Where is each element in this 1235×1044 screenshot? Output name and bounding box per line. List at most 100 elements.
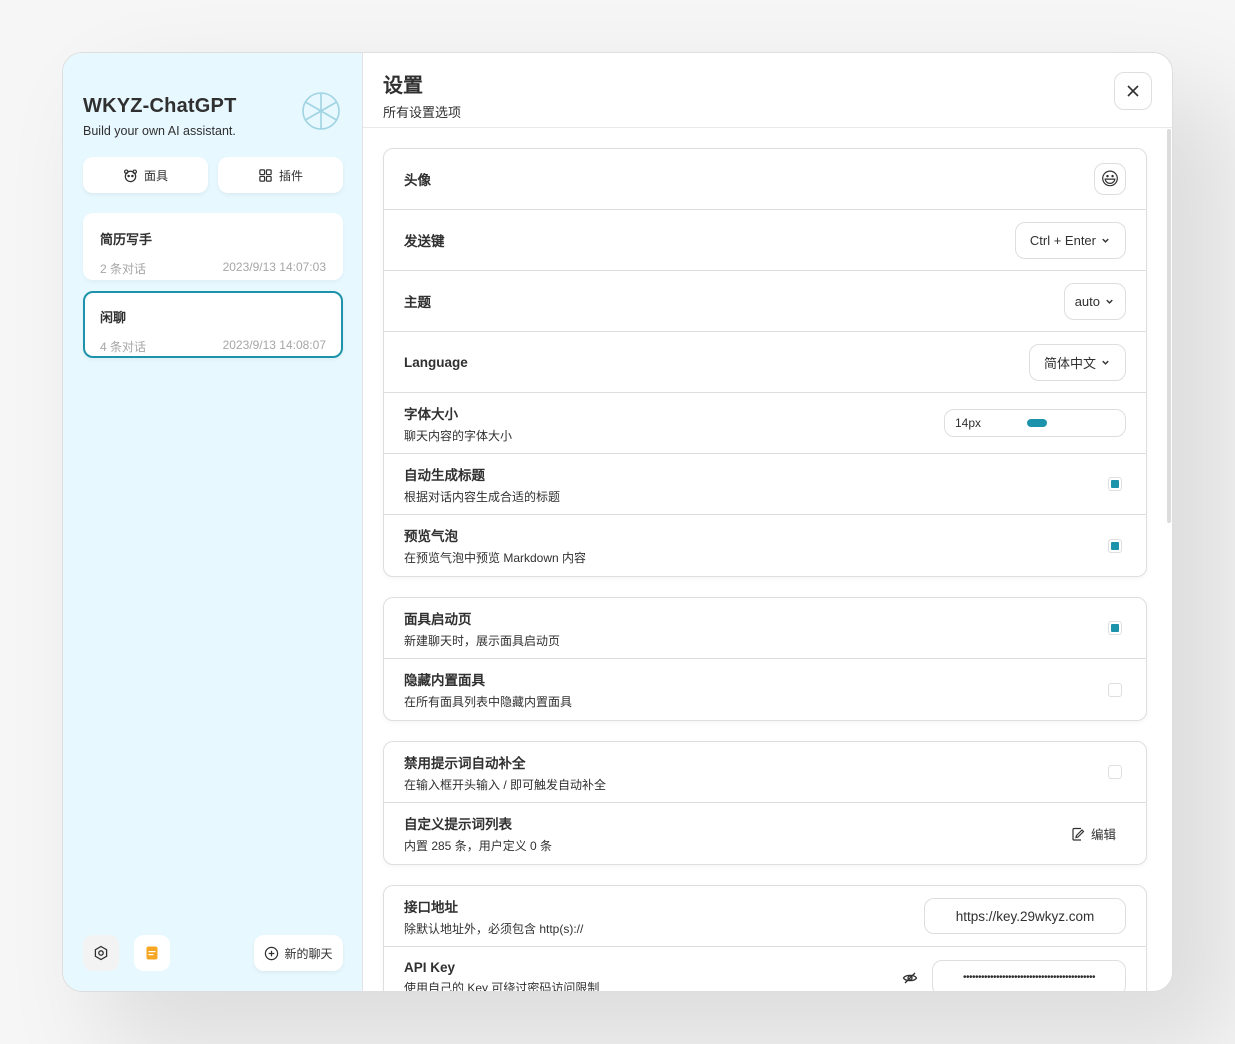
setting-label: 自定义提示词列表 (404, 817, 512, 832)
disable-prompt-checkbox[interactable] (1108, 765, 1122, 779)
chat-item[interactable]: 简历写手 2 条对话 2023/9/13 14:07:03 (83, 213, 343, 280)
chevron-down-icon (1102, 360, 1109, 365)
sidebar-header: WKYZ-ChatGPT Build your own AI assistant… (83, 95, 237, 138)
setting-description: 在输入框开头输入 / 即可触发自动补全 (404, 777, 607, 792)
settings-button[interactable] (83, 935, 119, 971)
setting-font-size: 字体大小 聊天内容的字体大小 14px (384, 393, 1146, 454)
setting-label: 头像 (404, 173, 431, 188)
close-button[interactable] (1114, 72, 1152, 110)
setting-preview-bubble: 预览气泡 在预览气泡中预览 Markdown 内容 (384, 515, 1146, 576)
sidebar-buttons: 面具 插件 (83, 157, 343, 193)
plugins-button-label: 插件 (278, 168, 303, 183)
setting-label: 自动生成标题 (404, 467, 485, 483)
chat-count: 4 条对话 (100, 340, 147, 354)
note-icon (146, 946, 158, 960)
setting-description: 根据对话内容生成合适的标题 (404, 489, 561, 504)
chat-title: 简历写手 (100, 232, 153, 247)
select-value: 简体中文 (1043, 355, 1096, 371)
settings-group-api: 接口地址 除默认地址外，必须包含 http(s):// https://key.… (383, 885, 1147, 991)
hide-builtin-checkbox[interactable] (1108, 682, 1122, 697)
setting-api-key: API Key 使用自己的 Key 可绕过密码访问限制 ••••••••••••… (384, 947, 1146, 991)
avatar[interactable]: 😃 (1094, 163, 1126, 195)
page-title: 设置 (383, 75, 423, 97)
chevron-down-icon (1102, 238, 1109, 243)
chat-list: 简历写手 2 条对话 2023/9/13 14:07:03 闲聊 4 条对话 2… (83, 213, 343, 369)
chevron-down-icon (1106, 299, 1113, 304)
app-window: WKYZ-ChatGPT Build your own AI assistant… (62, 52, 1173, 992)
mask-launch-checkbox[interactable] (1108, 621, 1122, 635)
setting-label: 发送键 (404, 234, 445, 249)
select-value: auto (1074, 293, 1100, 309)
chat-title: 闲聊 (100, 310, 127, 325)
language-select[interactable]: 简体中文 (1028, 343, 1126, 381)
add-circle-icon (265, 946, 279, 960)
settings-group-prompts: 禁用提示词自动补全 在输入框开头输入 / 即可触发自动补全 自定义提示词列表 内… (383, 741, 1147, 865)
masks-button-label: 面具 (143, 168, 168, 183)
setting-label: 字体大小 (404, 406, 458, 422)
setting-description: 在预览气泡中预览 Markdown 内容 (404, 551, 587, 565)
setting-label: 隐藏内置面具 (404, 673, 485, 688)
setting-description: 聊天内容的字体大小 (404, 428, 513, 443)
theme-select[interactable]: auto (1063, 282, 1126, 320)
preview-bubble-checkbox[interactable] (1108, 538, 1122, 553)
setting-auto-title: 自动生成标题 根据对话内容生成合适的标题 (384, 454, 1146, 515)
api-key-input[interactable]: ••••••••••••••••••••••••••••••••••••••••… (932, 959, 1126, 991)
setting-custom-prompts: 自定义提示词列表 内置 285 条，用户定义 0 条 编辑 (384, 803, 1146, 864)
new-chat-label: 新的聊天 (284, 946, 333, 961)
setting-label: 主题 (404, 295, 431, 310)
api-key-field: ••••••••••••••••••••••••••••••••••••••••… (902, 959, 1126, 991)
select-value: Ctrl + Enter (1029, 232, 1096, 248)
sidebar: WKYZ-ChatGPT Build your own AI assistant… (63, 53, 363, 991)
edit-label: 编辑 (1090, 828, 1116, 842)
chat-count: 2 条对话 (100, 262, 147, 276)
font-size-slider[interactable]: 14px (944, 409, 1126, 437)
setting-description: 新建聊天时，展示面具启动页 (404, 633, 561, 648)
setting-description: 使用自己的 Key 可绕过密码访问限制 (404, 980, 600, 992)
setting-mask-launch: 面具启动页 新建聊天时，展示面具启动页 (384, 598, 1146, 659)
slider-thumb[interactable] (1027, 419, 1047, 427)
settings-panel: 设置 所有设置选项 头像 😃 发送键 Ctrl + Enter 主题 auto … (363, 53, 1172, 991)
eye-off-icon[interactable] (902, 970, 918, 986)
setting-description: 内置 285 条，用户定义 0 条 (404, 839, 553, 853)
openai-logo-icon (302, 92, 340, 130)
chat-time: 2023/9/13 14:07:03 (222, 260, 326, 274)
setting-description: 在所有面具列表中隐藏内置面具 (404, 695, 573, 709)
page-subtitle: 所有设置选项 (383, 105, 462, 120)
setting-label: 禁用提示词自动补全 (404, 755, 526, 771)
app-subtitle: Build your own AI assistant. (83, 124, 236, 138)
setting-label: 预览气泡 (404, 529, 458, 544)
endpoint-input[interactable]: https://key.29wkyz.com (924, 898, 1126, 934)
setting-label: 面具启动页 (404, 611, 472, 627)
setting-hide-builtin: 隐藏内置面具 在所有面具列表中隐藏内置面具 (384, 659, 1146, 720)
notes-button[interactable] (134, 935, 170, 971)
new-chat-button[interactable]: 新的聊天 (254, 935, 343, 971)
setting-disable-prompt: 禁用提示词自动补全 在输入框开头输入 / 即可触发自动补全 (384, 742, 1146, 803)
close-icon (1127, 85, 1139, 97)
setting-label: Language (404, 354, 468, 370)
setting-send-key: 发送键 Ctrl + Enter (384, 210, 1146, 271)
settings-icon (94, 945, 108, 961)
plugins-button[interactable]: 插件 (218, 157, 343, 193)
send-key-select[interactable]: Ctrl + Enter (1014, 221, 1126, 259)
app-title: WKYZ-ChatGPT (83, 95, 237, 117)
chat-time: 2023/9/13 14:08:07 (222, 338, 326, 352)
sidebar-footer: 新的聊天 (83, 935, 343, 971)
setting-avatar: 头像 😃 (384, 149, 1146, 210)
slider-value: 14px (955, 416, 982, 430)
setting-label: 接口地址 (404, 899, 458, 915)
setting-label: API Key (404, 959, 456, 975)
setting-endpoint: 接口地址 除默认地址外，必须包含 http(s):// https://key.… (384, 886, 1146, 947)
setting-theme: 主题 auto (384, 271, 1146, 332)
auto-title-checkbox[interactable] (1108, 477, 1122, 491)
settings-header: 设置 所有设置选项 (363, 53, 1172, 128)
settings-group-general: 头像 😃 发送键 Ctrl + Enter 主题 auto Language 简… (383, 148, 1147, 577)
edit-icon (1072, 827, 1085, 841)
masks-button[interactable]: 面具 (83, 157, 208, 193)
edit-prompts-button[interactable]: 编辑 (1071, 824, 1116, 843)
mask-icon (123, 168, 137, 182)
setting-description: 除默认地址外，必须包含 http(s):// (404, 921, 584, 936)
chat-item-selected[interactable]: 闲聊 4 条对话 2023/9/13 14:08:07 (83, 291, 343, 358)
settings-list: 头像 😃 发送键 Ctrl + Enter 主题 auto Language 简… (363, 128, 1172, 991)
settings-group-masks: 面具启动页 新建聊天时，展示面具启动页 隐藏内置面具 在所有面具列表中隐藏内置面… (383, 597, 1147, 721)
setting-language: Language 简体中文 (384, 332, 1146, 393)
